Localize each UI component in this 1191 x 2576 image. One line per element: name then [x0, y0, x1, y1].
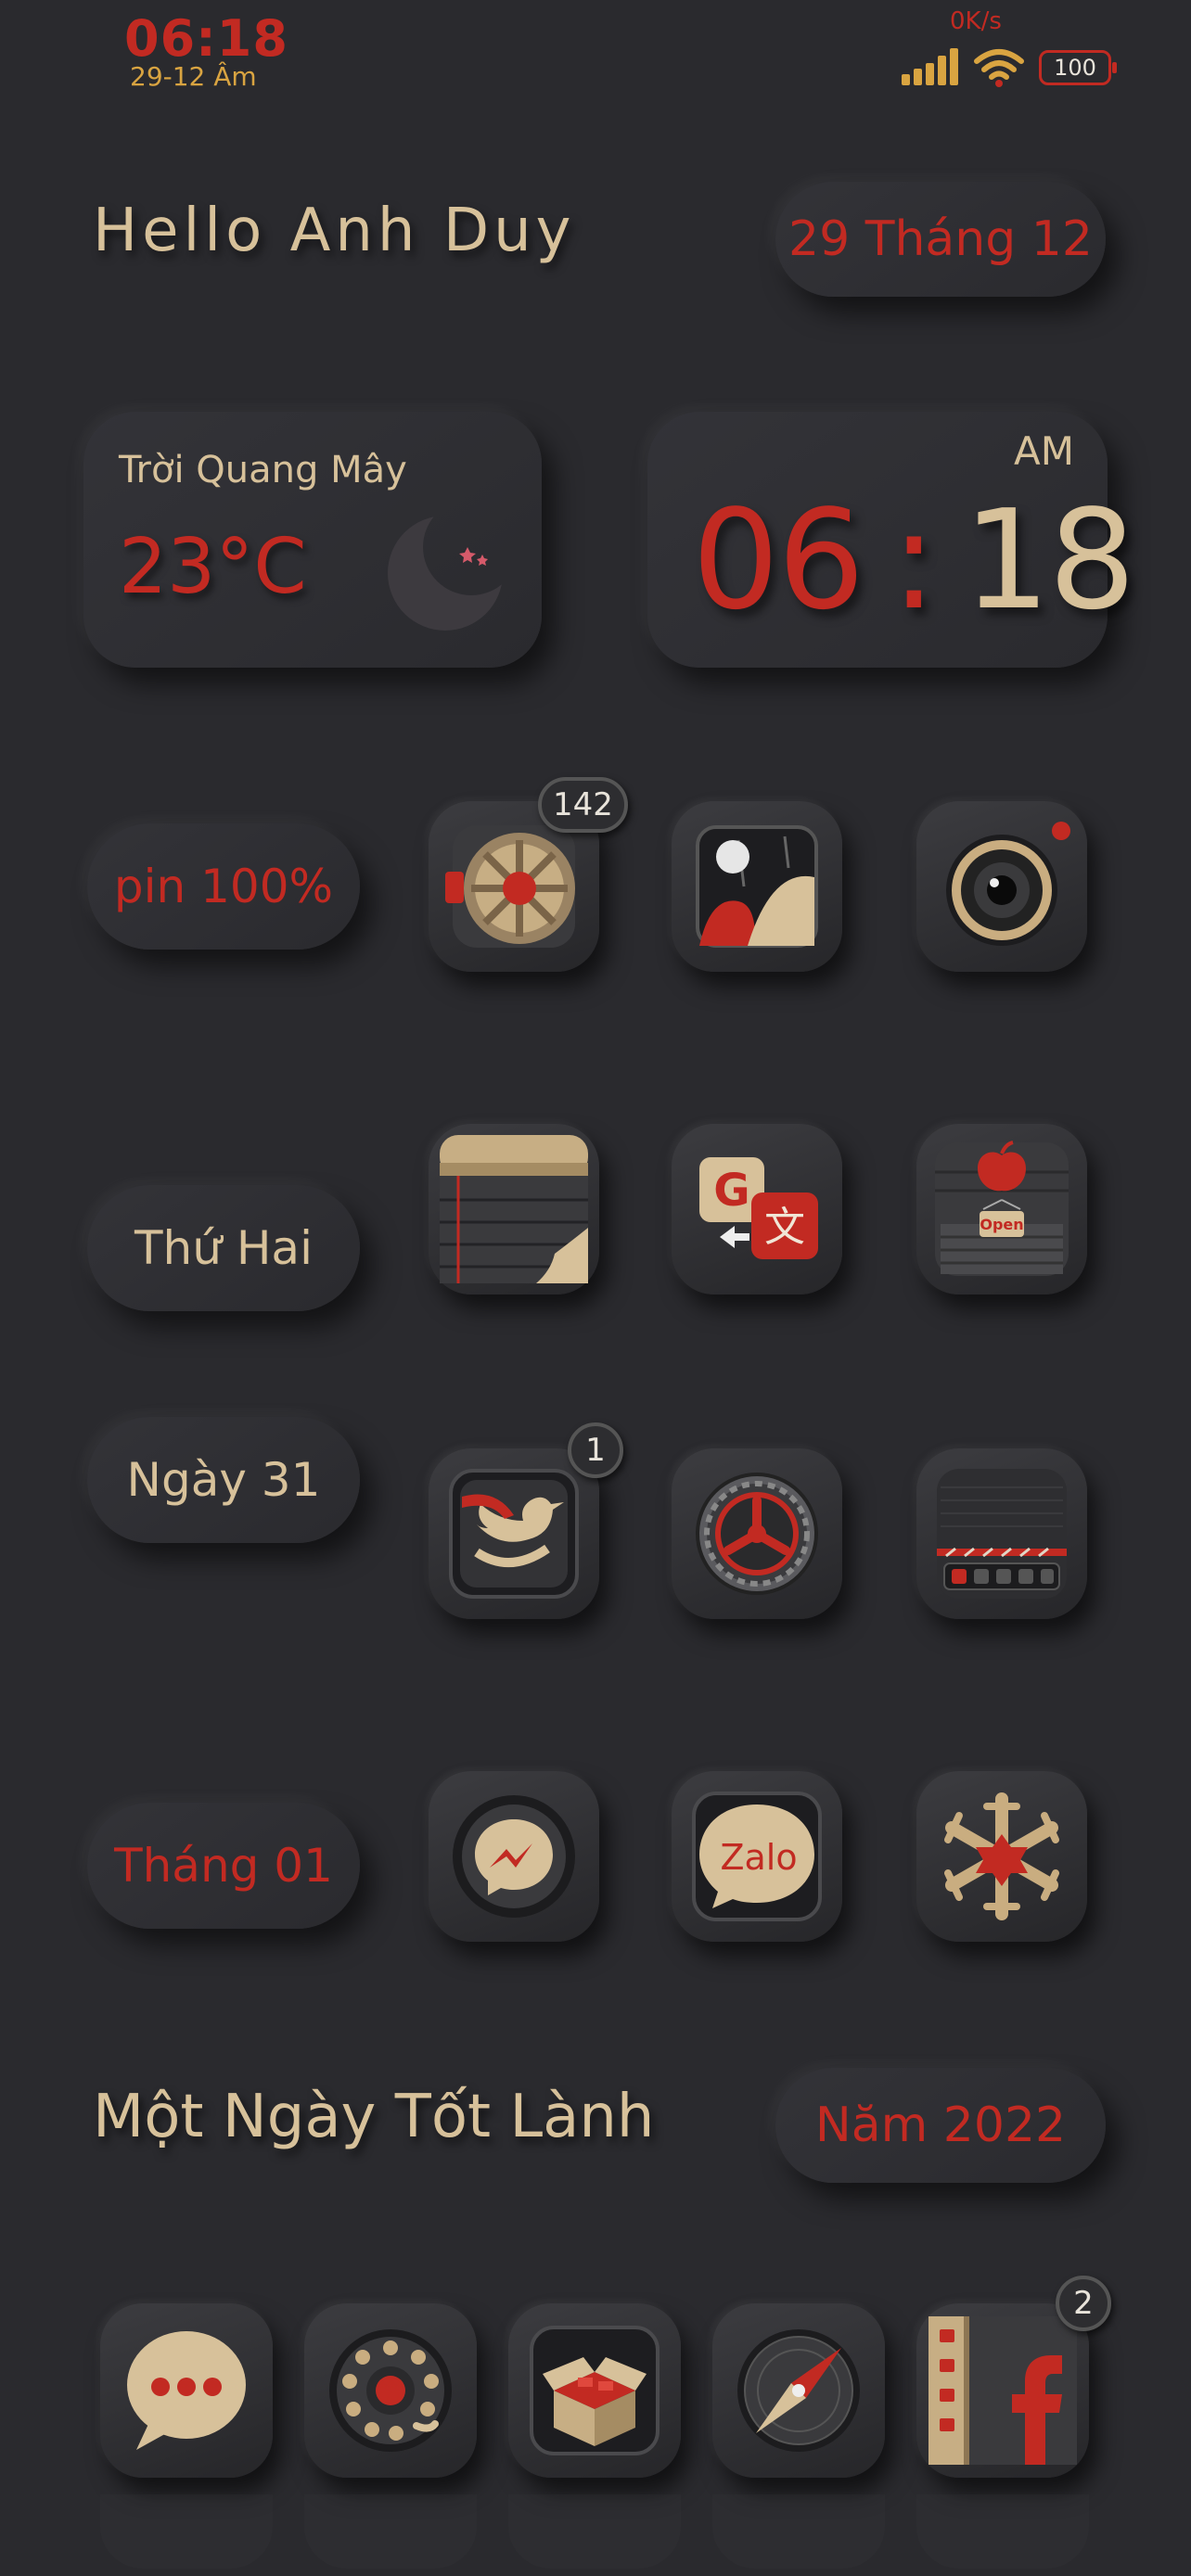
weather-temperature: 23°C [119, 523, 307, 611]
snowflake-icon [944, 1792, 1059, 1920]
weekday-pill[interactable]: Thứ Hai [87, 1185, 360, 1311]
zalo-bubble-icon: Zalo [692, 1792, 822, 1921]
network-speed: 0K/s [950, 7, 1002, 35]
notes-app-icon[interactable] [429, 1124, 599, 1294]
signal-icon [902, 48, 958, 85]
weather-widget[interactable]: Trời Quang Mây 23°C [83, 412, 542, 668]
clock-separator: : [890, 480, 937, 640]
open-box-icon [530, 2326, 660, 2455]
svg-text:G: G [713, 1165, 749, 1217]
month-pill[interactable]: Tháng 01 [87, 1803, 360, 1929]
status-time: 06:18 [124, 9, 288, 68]
vault-wheel-icon [445, 825, 575, 948]
weather-condition: Trời Quang Mây [119, 449, 407, 491]
messenger-app-icon[interactable] [429, 1771, 599, 1942]
clock-hour: 06 [692, 480, 864, 640]
pinball-icon [696, 825, 818, 948]
facebook-icon [928, 2316, 1077, 2465]
dock-reflection [100, 2494, 1091, 2569]
messages-app-icon[interactable] [100, 2303, 273, 2478]
app-store-open-icon[interactable]: Open [916, 1124, 1087, 1294]
motto-text: Một Ngày Tốt Lành [93, 2083, 655, 2151]
clock-ampm: AM [1014, 428, 1074, 474]
control-panel-icon [937, 1469, 1067, 1599]
greeting-text: Hello Anh Duy [93, 197, 576, 265]
chat-bubble-icon [127, 2331, 246, 2450]
zalo-label: Zalo [720, 1837, 797, 1878]
notepad-icon [440, 1135, 588, 1283]
clock-time: 06:18 [692, 477, 1136, 644]
compass-icon [737, 2329, 860, 2452]
twitter-badge: 1 [568, 1422, 623, 1478]
twitter-app-icon[interactable] [429, 1448, 599, 1619]
zalo-app-icon[interactable]: Zalo [672, 1771, 842, 1942]
camera-lens-icon [946, 822, 1070, 946]
messenger-icon [453, 1795, 575, 1918]
twitter-bird-icon [449, 1469, 579, 1599]
phone-dial-app-icon[interactable] [304, 2303, 477, 2478]
battery-pill[interactable]: pin 100% [87, 823, 360, 950]
year-pill[interactable]: Năm 2022 [775, 2068, 1106, 2183]
translate-app-icon[interactable]: G 文 [672, 1124, 842, 1294]
control-panel-app-icon[interactable] [916, 1448, 1087, 1619]
wifi-icon [974, 49, 1024, 87]
snowflake-app-icon[interactable] [916, 1771, 1087, 1942]
package-box-app-icon[interactable] [508, 2303, 681, 2478]
battery-indicator: 100 [1039, 50, 1117, 85]
day-pill[interactable]: Ngày 31 [87, 1417, 360, 1543]
clock-widget[interactable]: AM 06:18 [647, 412, 1136, 668]
facebook-app-icon[interactable] [916, 2303, 1089, 2478]
vault-badge: 142 [538, 777, 628, 833]
open-sign-text: Open [980, 1216, 1023, 1233]
rotary-phone-icon [329, 2329, 452, 2452]
clock-minute: 18 [963, 480, 1135, 640]
shop-open-sign-icon: Open [935, 1141, 1069, 1276]
compass-app-icon[interactable] [712, 2303, 885, 2478]
gear-icon [696, 1473, 818, 1595]
facebook-badge: 2 [1056, 2276, 1111, 2331]
status-lunar-date: 29-12 Âm [130, 61, 257, 92]
camera-app-icon[interactable] [916, 801, 1087, 972]
settings-gear-app-icon[interactable] [672, 1448, 842, 1619]
pinball-app-icon[interactable] [672, 801, 842, 972]
date-pill[interactable]: 29 Tháng 12 [775, 182, 1106, 297]
google-translate-icon: G 文 [699, 1157, 818, 1259]
moon-stars-icon [388, 516, 503, 631]
svg-text:文: 文 [764, 1204, 805, 1251]
